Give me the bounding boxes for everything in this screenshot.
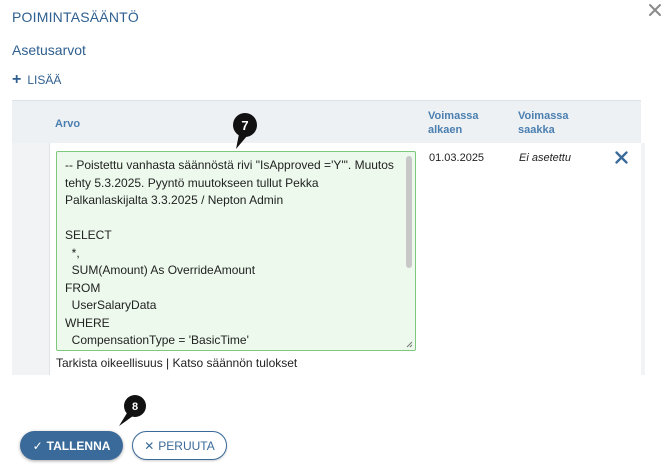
section-title: Asetusarvot	[12, 42, 86, 58]
valid-to-value: Ei asetettu	[519, 152, 571, 164]
row-links: Tarkista oikeellisuus | Katso säännön tu…	[56, 356, 297, 370]
add-button-label: LISÄÄ	[27, 73, 62, 87]
column-header-valid-to[interactable]: Voimassa saakka	[518, 109, 569, 137]
callout-8-number: 8	[132, 401, 138, 413]
cancel-button-label: PERUUTA	[158, 438, 215, 453]
save-button[interactable]: ✓ TALLENNA	[20, 431, 123, 460]
cancel-button[interactable]: ✕ PERUUTA	[132, 431, 227, 460]
link-separator: |	[162, 356, 173, 370]
column-header-value[interactable]: Arvo	[55, 117, 80, 131]
add-button[interactable]: + LISÄÄ	[12, 71, 62, 88]
value-textarea[interactable]: -- Poistettu vanhasta säännöstä rivi "Is…	[56, 151, 416, 351]
callout-7-number: 7	[241, 118, 248, 133]
check-validity-link[interactable]: Tarkista oikeellisuus	[56, 356, 163, 370]
callout-badge-7: 7	[233, 113, 257, 149]
cancel-x-icon: ✕	[144, 438, 155, 453]
check-icon: ✓	[32, 438, 43, 453]
delete-row-icon[interactable]	[615, 151, 628, 164]
column-header-valid-from[interactable]: Voimassa alkaen	[428, 109, 479, 137]
row-edge	[641, 143, 645, 375]
plus-icon: +	[12, 71, 22, 88]
view-results-link[interactable]: Katso säännön tulokset	[173, 356, 298, 370]
value-text: -- Poistettu vanhasta säännöstä rivi "Is…	[65, 158, 394, 347]
save-button-label: TALLENNA	[46, 438, 111, 453]
close-icon[interactable]	[647, 2, 663, 18]
dialog-title: POIMINTASÄÄNTÖ	[12, 9, 139, 25]
callout-badge-8: 8	[119, 395, 146, 426]
resize-grip-icon[interactable]	[406, 341, 413, 348]
table-header: Arvo Voimassa alkaen Voimassa saakka	[12, 100, 641, 143]
row-gutter	[12, 143, 50, 375]
valid-from-value: 01.03.2025	[429, 152, 485, 164]
editor-scrollbar[interactable]	[406, 156, 412, 268]
